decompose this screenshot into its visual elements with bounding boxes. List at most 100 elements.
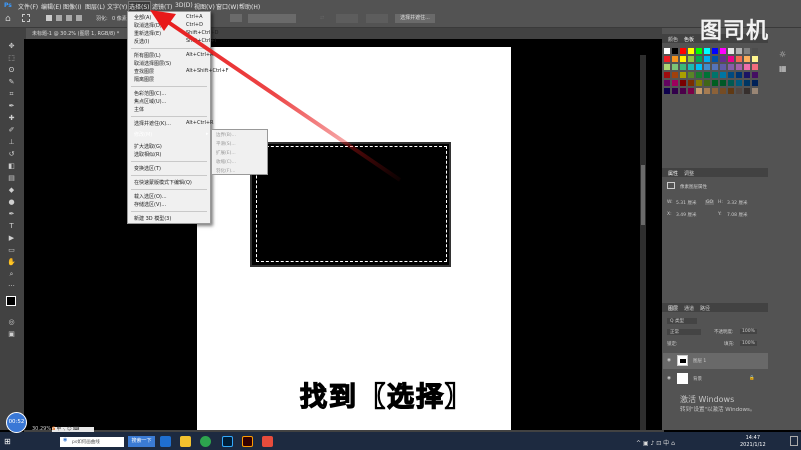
color-swatch[interactable] [720,48,726,54]
path-select-tool-icon[interactable]: ▶ [4,232,19,244]
menu-item-quick-mask[interactable]: 在快速蒙版模式下编辑(Q) [134,179,192,186]
menu-item-modify[interactable]: 修改(M) ▸ [134,131,209,138]
color-swatch[interactable] [744,72,750,78]
color-swatch[interactable] [728,72,734,78]
menu-item-all-layers[interactable]: 所有图层(L) Alt+Ctrl+A [134,52,213,59]
foreground-color-swatch[interactable] [6,296,16,306]
color-swatch[interactable] [712,88,718,94]
menu-item-grow[interactable]: 扩大选取(G) [134,143,162,150]
hand-tool-icon[interactable]: ✋ [4,256,19,268]
menu-item-find-layers[interactable]: 查找图层 Alt+Shift+Ctrl+F [134,68,228,75]
color-swatch[interactable] [728,64,734,70]
color-swatch[interactable] [752,72,758,78]
color-swatch[interactable] [696,72,702,78]
blend-mode-select[interactable]: 正常 [667,329,701,335]
color-swatch[interactable] [736,72,742,78]
menu-item-new-3d-model[interactable]: 新建 3D 模型(3) [134,215,171,222]
color-swatch[interactable] [680,56,686,62]
scrollbar-thumb[interactable] [641,165,645,225]
more-tools-icon[interactable]: ··· [4,280,19,292]
link-dimensions-button[interactable]: GO [705,200,715,205]
submenu-item-expand[interactable]: 扩展(E)... [216,150,236,156]
chrome-icon[interactable] [200,436,211,447]
new-selection-icon[interactable] [46,15,52,21]
color-swatch[interactable] [752,48,758,54]
stamp-tool-icon[interactable]: ⊥ [4,136,19,148]
notification-icon[interactable] [790,436,798,446]
submenu-item-smooth[interactable]: 平滑(S)... [216,141,236,147]
color-swatch[interactable] [664,80,670,86]
color-swatch[interactable] [752,80,758,86]
menu-filter[interactable]: 滤镜(T) [152,2,172,11]
illustrator-taskbar-icon[interactable] [242,436,253,447]
color-swatch[interactable] [688,88,694,94]
type-tool-icon[interactable]: T [4,220,19,232]
color-swatch[interactable] [664,72,670,78]
style-select[interactable] [248,14,296,23]
color-swatch[interactable] [736,88,742,94]
libraries-icon[interactable]: ▦ [779,64,787,73]
color-swatch[interactable] [696,48,702,54]
menu-item-deselect[interactable]: 取消选择(D) Ctrl+D [134,22,203,29]
marquee-tool-icon[interactable]: ⬚ [4,52,19,64]
search-button[interactable]: 搜索一下 [128,436,155,447]
menu-item-reselect[interactable]: 重新选择(E) Shift+Ctrl+D [134,30,219,37]
tab-swatches[interactable]: 色板 [684,36,694,43]
menu-view[interactable]: 视图(V) [194,2,215,11]
menu-item-select-and-mask[interactable]: 选择并遮住(K)... Alt+Ctrl+R [134,120,214,127]
color-swatch[interactable] [672,64,678,70]
tab-channels[interactable]: 通道 [684,305,694,312]
zoom-tool-icon[interactable]: ⌕ [4,268,19,280]
menu-select[interactable]: 选择(S) [128,1,151,12]
pen-tool-icon[interactable]: ✒ [4,208,19,220]
color-swatch[interactable] [680,72,686,78]
color-swatch[interactable] [720,64,726,70]
color-swatch[interactable] [744,64,750,70]
color-swatch[interactable] [744,80,750,86]
color-swatch[interactable] [688,48,694,54]
menu-item-isolate-layers[interactable]: 隔离图层 [134,76,154,83]
healing-brush-tool-icon[interactable]: ✚ [4,112,19,124]
color-swatch[interactable] [712,72,718,78]
color-swatch[interactable] [680,88,686,94]
menu-type[interactable]: 文字(Y) [107,2,127,11]
menu-item-save-selection[interactable]: 存储选区(V)... [134,201,166,208]
layer-row[interactable]: ◉ 背景 🔒 [663,371,768,387]
menu-item-similar[interactable]: 选取相似(R) [134,151,161,158]
blur-tool-icon[interactable]: ◆ [4,184,19,196]
color-swatch[interactable] [744,88,750,94]
color-swatch[interactable] [664,64,670,70]
menu-3d[interactable]: 3D(D) [175,2,193,9]
menu-item-load-selection[interactable]: 载入选区(O)... [134,193,167,200]
color-swatch[interactable] [704,56,710,62]
home-icon[interactable]: ⌂ [5,14,11,24]
color-swatch[interactable] [664,88,670,94]
fill-input[interactable]: 100% [740,341,757,346]
color-swatch[interactable] [688,56,694,62]
taskbar-clock[interactable]: 14:47 2021/1/12 [740,435,766,449]
x-input[interactable]: 3.49 厘米 [676,212,696,218]
color-swatch[interactable] [704,88,710,94]
tab-layers[interactable]: 图层 [668,305,678,312]
layer-kind-filter[interactable]: Q 类型 [667,318,697,324]
menu-help[interactable]: 帮助(H) [239,2,260,11]
menu-item-inverse[interactable]: 反选(I) Shift+Ctrl+I [134,38,216,45]
add-selection-icon[interactable] [56,15,62,21]
color-swatch[interactable] [744,56,750,62]
color-swatch[interactable] [736,80,742,86]
color-swatch[interactable] [728,56,734,62]
w-input[interactable]: 5.31 厘米 [676,200,696,206]
color-swatch[interactable] [704,72,710,78]
height-input[interactable] [366,14,388,23]
menu-item-focus-area[interactable]: 焦点区域(U)... [134,98,166,105]
learn-icon[interactable]: ☼ [779,50,786,59]
intersect-selection-icon[interactable] [76,15,82,21]
color-swatch[interactable] [672,56,678,62]
tab-paths[interactable]: 路径 [700,305,710,312]
swatch-grid[interactable] [664,48,764,138]
edge-icon[interactable] [160,436,171,447]
color-swatch[interactable] [728,88,734,94]
submenu-item-contract[interactable]: 收缩(C)... [216,159,236,165]
menu-item-subject[interactable]: 主体 [134,106,144,113]
color-swatch[interactable] [672,80,678,86]
